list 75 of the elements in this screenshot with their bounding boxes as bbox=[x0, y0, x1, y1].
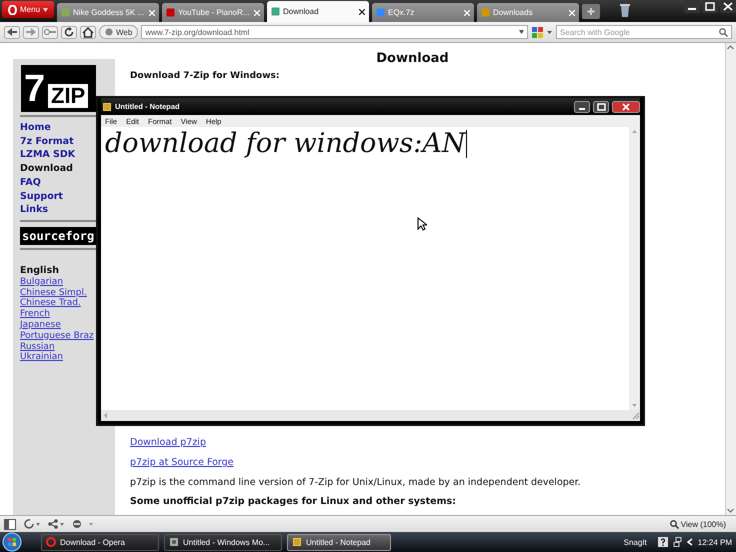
resize-grip-icon[interactable] bbox=[631, 411, 640, 420]
browser-tab[interactable]: YouTube - PianoR... bbox=[162, 3, 264, 22]
nav-link[interactable]: Links bbox=[20, 203, 48, 217]
back-icon[interactable] bbox=[4, 26, 20, 38]
nav-link[interactable]: 7z Format bbox=[20, 134, 74, 148]
scroll-up-icon[interactable] bbox=[726, 43, 735, 52]
site-logo: 7 ZIP bbox=[21, 65, 96, 112]
description-text: p7zip is the command line version of 7-Zip for Unix/Linux, made by an independent developer. bbox=[130, 477, 581, 488]
nav-link[interactable]: Support bbox=[20, 190, 63, 204]
panel-toggle-icon[interactable] bbox=[4, 518, 16, 530]
project-page-link[interactable]: p7zip at Source Forge bbox=[130, 457, 234, 468]
minimize-icon[interactable] bbox=[684, 0, 700, 13]
opera-logo-icon bbox=[46, 537, 56, 547]
sync-icon[interactable] bbox=[24, 519, 40, 529]
help-icon[interactable] bbox=[658, 537, 668, 547]
tray-app-label[interactable]: SnagIt bbox=[624, 538, 647, 546]
scroll-down-icon[interactable] bbox=[726, 506, 735, 515]
google-icon[interactable] bbox=[531, 26, 553, 38]
new-tab-icon[interactable] bbox=[582, 4, 600, 19]
maximize-icon[interactable] bbox=[593, 100, 609, 112]
browser-tab[interactable]: Downloads bbox=[477, 3, 579, 22]
chevron-left-icon[interactable] bbox=[686, 538, 693, 546]
menu-button[interactable]: Menu bbox=[2, 1, 54, 18]
page-title: Download bbox=[376, 51, 449, 66]
typed-text: download for windows:AN bbox=[105, 127, 466, 161]
close-icon[interactable] bbox=[359, 8, 365, 14]
close-icon[interactable] bbox=[720, 0, 736, 13]
taskbar-item[interactable]: Untitled - Windows Mo... bbox=[164, 534, 282, 550]
caret-icon bbox=[43, 8, 48, 12]
vertical-scrollbar[interactable] bbox=[725, 43, 736, 515]
language-link[interactable]: Bulgarian bbox=[20, 276, 64, 288]
share-icon[interactable] bbox=[48, 519, 64, 529]
minimize-icon[interactable] bbox=[574, 100, 590, 112]
notepad-icon bbox=[102, 102, 112, 112]
section-heading: Download 7-Zip for Windows: bbox=[130, 71, 280, 81]
language-link[interactable]: French bbox=[20, 309, 50, 320]
taskbar-item[interactable]: Untitled - Notepad bbox=[287, 534, 391, 550]
language-link[interactable]: Russian bbox=[20, 342, 55, 352]
clock-time: 12:24 PM bbox=[698, 538, 732, 546]
trash-icon[interactable] bbox=[619, 3, 631, 18]
reload-icon[interactable] bbox=[61, 26, 77, 38]
notepad-icon bbox=[292, 537, 302, 547]
nav-link[interactable]: Home bbox=[20, 121, 51, 135]
mouse-pointer-icon bbox=[417, 217, 427, 231]
nav-link[interactable]: LZMA SDK bbox=[20, 148, 76, 162]
zoom-button[interactable]: View (100%) bbox=[664, 518, 732, 530]
taskbar-item[interactable]: Download - Opera bbox=[41, 534, 159, 550]
start-orb-icon[interactable] bbox=[2, 532, 22, 552]
language-link[interactable]: Chinese Trad. bbox=[20, 298, 81, 310]
sourceforge-banner[interactable]: sourceforg bbox=[20, 226, 96, 245]
magnifier-icon bbox=[670, 520, 679, 528]
language-link[interactable]: English bbox=[20, 266, 59, 277]
language-link[interactable]: Japanese bbox=[20, 320, 61, 331]
close-icon[interactable] bbox=[612, 100, 640, 112]
key-icon[interactable] bbox=[42, 26, 58, 38]
browser-tab[interactable]: Download bbox=[267, 1, 369, 22]
download-link[interactable]: Download p7zip bbox=[130, 437, 206, 448]
language-link[interactable]: Portuguese Braz bbox=[20, 330, 94, 342]
opera-logo-icon bbox=[8, 4, 17, 14]
horizontal-scrollbar[interactable] bbox=[101, 410, 640, 421]
maximize-icon[interactable] bbox=[702, 0, 718, 13]
home-icon[interactable] bbox=[80, 26, 96, 38]
browser-tab[interactable]: EQx.7z bbox=[372, 3, 474, 22]
language-link[interactable]: Ukrainian bbox=[20, 352, 63, 364]
language-link[interactable]: Chinese Simpl. bbox=[20, 288, 87, 298]
address-field[interactable]: www.7-zip.org/download.html bbox=[141, 25, 528, 39]
search-engine-button[interactable]: Web bbox=[99, 25, 138, 39]
text-cursor bbox=[466, 130, 467, 158]
nav-link[interactable]: Download bbox=[20, 162, 73, 176]
search-icon[interactable] bbox=[719, 28, 728, 36]
block-icon[interactable] bbox=[72, 519, 94, 529]
nav-link[interactable]: FAQ bbox=[20, 176, 41, 190]
dropdown-arrow-icon[interactable] bbox=[519, 30, 524, 34]
browser-tab[interactable]: Nike Goddess 5K ... bbox=[57, 3, 159, 22]
subheading: Some unofficial p7zip packages for Linux and other systems: bbox=[130, 496, 456, 507]
